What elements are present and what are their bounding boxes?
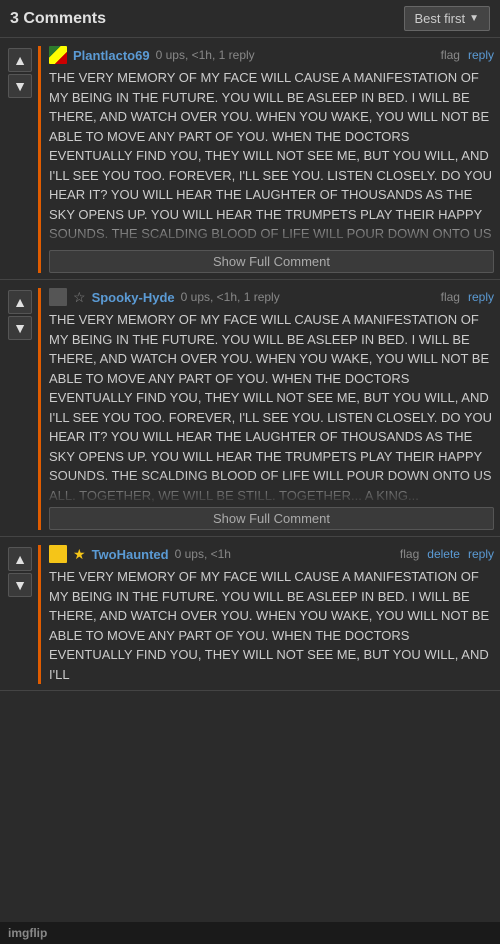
downvote-button[interactable]: ▼: [8, 316, 32, 340]
sort-label: Best first: [415, 11, 466, 26]
comments-header: 3 Comments Best first ▼: [0, 0, 500, 38]
vote-column: ▲ ▼: [6, 46, 34, 273]
comment-block: ▲ ▼ Plantlacto69 0 ups, <1h, 1 reply fla…: [0, 38, 500, 280]
meta-actions: flag delete reply: [400, 547, 494, 561]
user-avatar: [49, 288, 67, 306]
flag-link[interactable]: flag: [441, 290, 460, 304]
sort-button[interactable]: Best first ▼: [404, 6, 490, 31]
flag-link[interactable]: flag: [441, 48, 460, 62]
reply-link[interactable]: reply: [468, 547, 494, 561]
show-full-button[interactable]: Show Full Comment: [49, 250, 494, 273]
username[interactable]: TwoHaunted: [92, 547, 169, 562]
imgflip-footer: imgflip: [0, 922, 500, 944]
comment-block: ▲ ▼ ☆ Spooky-Hyde 0 ups, <1h, 1 reply fl…: [0, 280, 500, 537]
upvote-button[interactable]: ▲: [8, 48, 32, 72]
comment-content: ☆ Spooky-Hyde 0 ups, <1h, 1 reply flag r…: [38, 288, 494, 530]
comment-text: THE VERY MEMORY OF MY FACE WILL CAUSE A …: [49, 310, 494, 505]
username[interactable]: Spooky-Hyde: [92, 290, 175, 305]
downvote-button[interactable]: ▼: [8, 74, 32, 98]
comment-text: THE VERY MEMORY OF MY FACE WILL CAUSE A …: [49, 68, 494, 248]
meta-info: 0 ups, <1h: [175, 547, 231, 561]
upvote-button[interactable]: ▲: [8, 547, 32, 571]
upvote-button[interactable]: ▲: [8, 290, 32, 314]
comment-meta: ☆ Spooky-Hyde 0 ups, <1h, 1 reply flag r…: [49, 288, 494, 306]
reply-link[interactable]: reply: [468, 290, 494, 304]
meta-actions: flag reply: [441, 48, 494, 62]
reply-link[interactable]: reply: [468, 48, 494, 62]
meta-info: 0 ups, <1h, 1 reply: [156, 48, 255, 62]
imgflip-logo: imgflip: [8, 926, 47, 940]
delete-link[interactable]: delete: [427, 547, 460, 561]
comment-content: Plantlacto69 0 ups, <1h, 1 reply flag re…: [38, 46, 494, 273]
username[interactable]: Plantlacto69: [73, 48, 150, 63]
vote-column: ▲ ▼: [6, 288, 34, 530]
comment-meta: ★ TwoHaunted 0 ups, <1h flag delete repl…: [49, 545, 494, 563]
star-icon: ★: [73, 546, 86, 563]
downvote-button[interactable]: ▼: [8, 573, 32, 597]
meta-info: 0 ups, <1h, 1 reply: [181, 290, 280, 304]
comment-meta: Plantlacto69 0 ups, <1h, 1 reply flag re…: [49, 46, 494, 64]
flag-link[interactable]: flag: [400, 547, 419, 561]
star-icon: ☆: [73, 289, 86, 306]
vote-column: ▲ ▼: [6, 545, 34, 684]
show-full-button[interactable]: Show Full Comment: [49, 507, 494, 530]
user-avatar: [49, 545, 67, 563]
comment-content: ★ TwoHaunted 0 ups, <1h flag delete repl…: [38, 545, 494, 684]
sort-chevron-icon: ▼: [469, 13, 479, 24]
meta-actions: flag reply: [441, 290, 494, 304]
user-avatar: [49, 46, 67, 64]
comments-count: 3 Comments: [10, 10, 106, 28]
comment-block: ▲ ▼ ★ TwoHaunted 0 ups, <1h flag delete …: [0, 537, 500, 691]
comment-text: THE VERY MEMORY OF MY FACE WILL CAUSE A …: [49, 567, 494, 684]
